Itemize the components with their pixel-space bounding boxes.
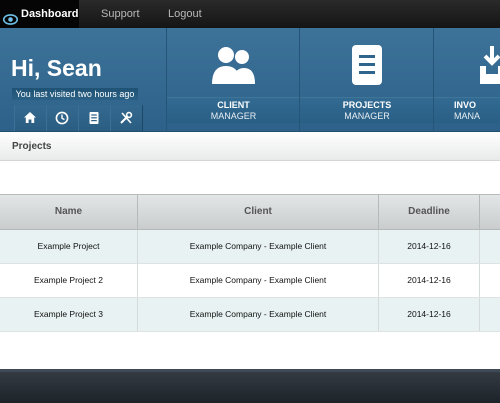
cell-name: Example Project bbox=[0, 230, 138, 263]
nav-dashboard[interactable]: Dashboard bbox=[0, 0, 79, 28]
column-header-client[interactable]: Client bbox=[138, 195, 379, 229]
cell-deadline: 2014-12-16 bbox=[379, 264, 480, 297]
client-manager-tile[interactable]: CLIENT MANAGER bbox=[166, 28, 300, 131]
document-button[interactable] bbox=[78, 105, 111, 131]
table-row[interactable]: Example Project Example Company - Exampl… bbox=[0, 230, 500, 264]
cell-actions bbox=[480, 298, 500, 331]
clock-icon bbox=[55, 111, 69, 125]
table-row[interactable]: Example Project 2 Example Company - Exam… bbox=[0, 264, 500, 298]
clock-button[interactable] bbox=[46, 105, 79, 131]
projects-manager-tile[interactable]: PROJECTS MANAGER bbox=[299, 28, 434, 131]
nav-support[interactable]: Support bbox=[101, 0, 140, 28]
cell-name: Example Project 3 bbox=[0, 298, 138, 331]
tile-line1: CLIENT bbox=[217, 100, 250, 110]
inbox-download-icon bbox=[480, 46, 500, 84]
greeting-panel: Hi, Sean You last visited two hours ago bbox=[0, 28, 166, 131]
projects-panel-title: Projects bbox=[12, 141, 52, 152]
cell-client: Example Company - Example Client bbox=[138, 230, 379, 263]
dashboard-banner: Hi, Sean You last visited two hours ago bbox=[0, 28, 500, 132]
invoices-manager-label: INVO MANA bbox=[434, 97, 500, 123]
projects-panel-header: Projects bbox=[0, 132, 500, 161]
cell-deadline: 2014-12-16 bbox=[379, 230, 480, 263]
column-header-name[interactable]: Name bbox=[0, 195, 138, 229]
cell-client: Example Company - Example Client bbox=[138, 298, 379, 331]
cell-actions bbox=[480, 264, 500, 297]
tile-line2: MANAGER bbox=[210, 111, 257, 121]
cell-actions bbox=[480, 230, 500, 263]
document-icon bbox=[89, 112, 99, 124]
tools-icon bbox=[120, 111, 133, 124]
column-header-actions bbox=[480, 195, 500, 229]
projects-manager-label: PROJECTS MANAGER bbox=[300, 97, 434, 123]
invoices-manager-tile[interactable]: INVO MANA bbox=[433, 28, 500, 131]
nav-logout[interactable]: Logout bbox=[168, 0, 202, 28]
last-visited-text: You last visited two hours ago bbox=[12, 88, 138, 100]
home-icon bbox=[24, 112, 36, 123]
cell-deadline: 2014-12-16 bbox=[379, 298, 480, 331]
tile-line2: MANA bbox=[454, 111, 481, 121]
cell-name: Example Project 2 bbox=[0, 264, 138, 297]
cell-client: Example Company - Example Client bbox=[138, 264, 379, 297]
home-button[interactable] bbox=[14, 105, 47, 131]
client-manager-label: CLIENT MANAGER bbox=[167, 97, 300, 123]
table-header: Name Client Deadline bbox=[0, 194, 500, 230]
document-icon bbox=[352, 45, 382, 85]
page-footer bbox=[0, 369, 500, 403]
users-icon bbox=[212, 47, 255, 84]
top-navigation: Dashboard Support Logout bbox=[0, 0, 500, 28]
column-header-deadline[interactable]: Deadline bbox=[379, 195, 480, 229]
table-row[interactable]: Example Project 3 Example Company - Exam… bbox=[0, 298, 500, 332]
tile-line1: INVO bbox=[454, 100, 477, 110]
greeting-title: Hi, Sean bbox=[11, 55, 102, 81]
nav-dashboard-label: Dashboard bbox=[21, 8, 79, 20]
tile-line1: PROJECTS bbox=[342, 100, 392, 110]
tile-line2: MANAGER bbox=[344, 111, 390, 121]
tools-button[interactable] bbox=[110, 105, 143, 131]
